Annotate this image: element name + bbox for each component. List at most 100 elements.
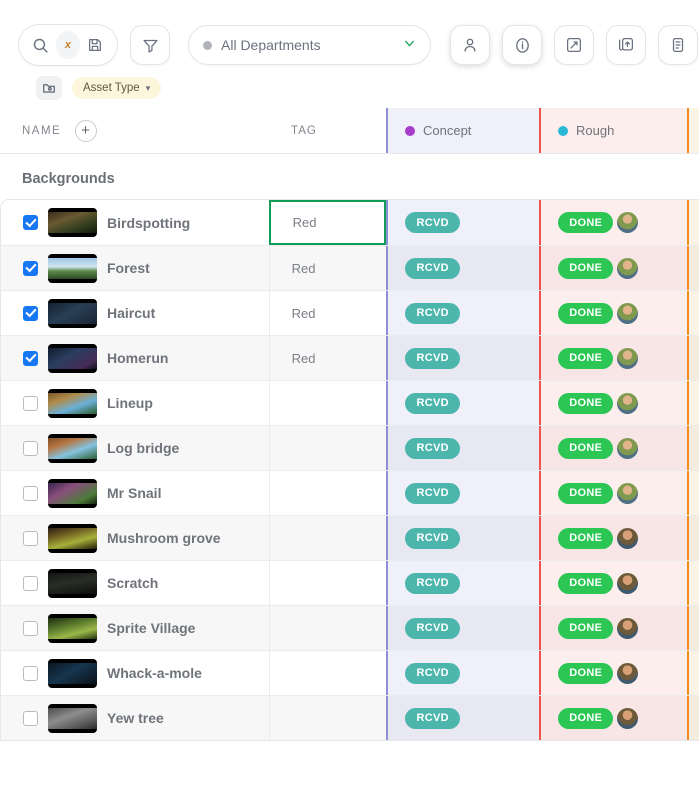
status-badge[interactable]: DONE <box>558 482 614 504</box>
status-badge[interactable]: RCVD <box>405 482 460 504</box>
cell-rough[interactable]: DONE <box>539 651 688 695</box>
table-row[interactable]: Mushroom grove RCVD DONE <box>1 515 699 560</box>
row-checkbox[interactable] <box>23 620 38 636</box>
cell-tag[interactable] <box>268 516 387 560</box>
cell-concept[interactable]: RCVD <box>386 291 540 335</box>
column-header-rough[interactable]: Rough <box>539 108 687 153</box>
table-row[interactable]: Log bridge RCVD DONE <box>1 425 699 470</box>
table-row[interactable]: Sprite Village RCVD DONE <box>1 605 699 650</box>
filter-funnel-icon[interactable] <box>130 25 170 65</box>
clear-search-button[interactable]: x <box>56 31 80 59</box>
cell-concept[interactable]: RCVD <box>386 606 540 650</box>
table-row[interactable]: Scratch RCVD DONE <box>1 560 699 605</box>
row-checkbox[interactable] <box>23 350 38 366</box>
cell-next-column[interactable] <box>687 471 699 515</box>
chevron-down-icon[interactable] <box>403 37 416 53</box>
cell-name[interactable]: Birdspotting <box>1 200 269 245</box>
cell-rough[interactable]: DONE <box>539 606 688 650</box>
cell-concept[interactable]: RCVD <box>386 381 540 425</box>
row-thumbnail[interactable] <box>48 343 97 373</box>
cell-rough[interactable]: DONE <box>539 426 688 470</box>
row-checkbox[interactable] <box>23 530 38 546</box>
cell-next-column[interactable] <box>687 426 699 470</box>
status-badge[interactable]: RCVD <box>405 257 460 279</box>
status-badge[interactable]: DONE <box>558 212 614 233</box>
cell-name[interactable]: Lineup <box>1 381 269 425</box>
status-badge[interactable]: RCVD <box>405 347 460 369</box>
avatar[interactable] <box>617 347 639 369</box>
status-badge[interactable]: DONE <box>558 617 614 639</box>
status-badge[interactable]: RCVD <box>405 302 460 324</box>
table-row[interactable]: Mr Snail RCVD DONE <box>1 470 699 515</box>
row-thumbnail[interactable] <box>48 658 97 688</box>
expand-arrows-icon[interactable] <box>554 25 594 65</box>
cell-concept[interactable]: RCVD <box>386 561 540 605</box>
cell-concept[interactable]: RCVD <box>386 696 540 740</box>
row-thumbnail[interactable] <box>48 478 97 508</box>
department-select[interactable]: All Departments <box>188 25 431 65</box>
cell-rough[interactable]: DONE <box>539 561 688 605</box>
cell-tag[interactable] <box>268 471 387 515</box>
cell-tag[interactable] <box>268 426 387 470</box>
avatar[interactable] <box>617 212 639 233</box>
status-badge[interactable]: DONE <box>558 572 614 594</box>
table-row[interactable]: Yew tree RCVD DONE <box>1 695 699 740</box>
row-thumbnail[interactable] <box>48 703 97 733</box>
row-thumbnail[interactable] <box>48 523 97 553</box>
row-checkbox[interactable] <box>23 395 38 411</box>
cell-next-column[interactable] <box>687 696 699 740</box>
info-icon[interactable] <box>502 25 542 65</box>
cell-rough[interactable]: DONE <box>539 696 688 740</box>
cell-tag[interactable] <box>268 381 387 425</box>
avatar[interactable] <box>617 482 639 504</box>
cell-tag[interactable]: Red <box>268 200 387 245</box>
cell-tag[interactable]: Red <box>268 246 387 290</box>
row-thumbnail[interactable] <box>48 298 97 328</box>
cell-next-column[interactable] <box>687 606 699 650</box>
status-badge[interactable]: RCVD <box>405 572 460 594</box>
status-badge[interactable]: RCVD <box>405 707 460 729</box>
table-row[interactable]: Haircut Red RCVD DONE <box>1 290 699 335</box>
status-badge[interactable]: DONE <box>558 347 614 369</box>
row-thumbnail[interactable] <box>48 208 97 237</box>
cell-name[interactable]: Mr Snail <box>1 471 269 515</box>
status-badge[interactable]: DONE <box>558 392 614 414</box>
search-pill[interactable]: x <box>18 24 118 66</box>
table-row[interactable]: Forest Red RCVD DONE <box>1 245 699 290</box>
avatar[interactable] <box>617 392 639 414</box>
status-badge[interactable]: DONE <box>558 437 614 459</box>
cell-name[interactable]: Forest <box>1 246 269 290</box>
row-checkbox[interactable] <box>23 440 38 456</box>
row-checkbox[interactable] <box>23 305 38 321</box>
status-badge[interactable]: DONE <box>558 527 614 549</box>
row-thumbnail[interactable] <box>48 568 97 598</box>
cell-next-column[interactable] <box>687 246 699 290</box>
status-badge[interactable]: RCVD <box>405 617 460 639</box>
cell-concept[interactable]: RCVD <box>386 246 540 290</box>
cell-tag[interactable]: Red <box>268 336 387 380</box>
cell-tag[interactable] <box>268 696 387 740</box>
save-disk-icon[interactable] <box>84 31 107 59</box>
cell-concept[interactable]: RCVD <box>386 651 540 695</box>
row-checkbox[interactable] <box>23 710 38 726</box>
table-row[interactable]: Homerun Red RCVD DONE <box>1 335 699 380</box>
cell-rough[interactable]: DONE <box>539 381 688 425</box>
row-checkbox[interactable] <box>23 215 38 230</box>
cell-next-column[interactable] <box>687 291 699 335</box>
cell-rough[interactable]: DONE <box>539 336 688 380</box>
cell-next-column[interactable] <box>687 200 699 245</box>
cell-name[interactable]: Scratch <box>1 561 269 605</box>
column-header-concept[interactable]: Concept <box>386 108 539 153</box>
add-column-button[interactable]: + <box>75 119 98 142</box>
cell-next-column[interactable] <box>687 336 699 380</box>
cell-rough[interactable]: DONE <box>539 471 688 515</box>
row-checkbox[interactable] <box>23 665 38 681</box>
status-badge[interactable]: RCVD <box>405 662 460 684</box>
row-thumbnail[interactable] <box>48 388 97 418</box>
row-thumbnail[interactable] <box>48 613 97 643</box>
folder-group-icon[interactable] <box>36 76 62 100</box>
status-badge[interactable]: DONE <box>558 707 614 729</box>
row-checkbox[interactable] <box>23 485 38 501</box>
clipboard-icon[interactable] <box>658 25 698 65</box>
cell-tag[interactable] <box>268 561 387 605</box>
